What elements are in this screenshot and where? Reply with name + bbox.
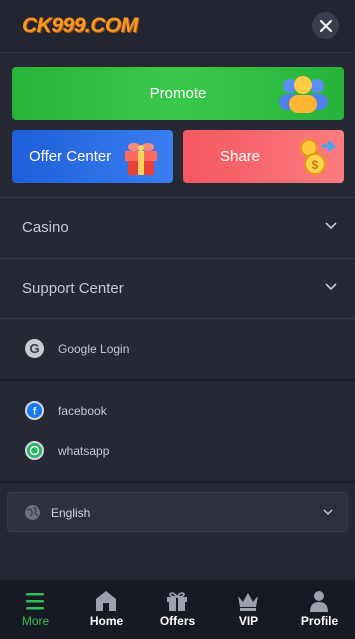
- google-login-label: Google Login: [58, 342, 130, 356]
- facebook-label: facebook: [58, 404, 107, 418]
- site-logo[interactable]: CK999.COM: [22, 14, 138, 38]
- nav-label: Home: [89, 614, 124, 628]
- whatsapp-icon: [25, 441, 44, 460]
- support-center-menu[interactable]: Support Center: [0, 259, 355, 319]
- svg-text:G: G: [29, 341, 39, 356]
- coins-icon: $: [300, 139, 337, 175]
- divider: [0, 481, 355, 483]
- nav-more[interactable]: More: [0, 580, 71, 639]
- language-label: English: [51, 506, 91, 520]
- close-icon: [319, 19, 332, 32]
- home-icon: [96, 591, 116, 611]
- menu-icon: [26, 593, 44, 610]
- offer-center-label: Offer Center: [29, 148, 112, 165]
- nav-profile[interactable]: Profile: [284, 580, 355, 639]
- whatsapp-link[interactable]: whatsapp: [0, 432, 355, 468]
- whatsapp-label: whatsapp: [58, 444, 110, 458]
- crown-icon: [238, 593, 258, 611]
- chevron-down-icon: [325, 283, 337, 291]
- chevron-down-icon: [323, 509, 333, 516]
- divider: [0, 379, 355, 381]
- google-icon: G: [25, 339, 44, 358]
- gift-box-icon: [125, 143, 157, 175]
- nav-vip[interactable]: VIP: [213, 580, 284, 639]
- globe-icon: [25, 505, 40, 520]
- offer-center-button[interactable]: Offer Center: [12, 130, 173, 183]
- promote-button[interactable]: Promote: [12, 67, 344, 120]
- user-icon: [310, 591, 328, 612]
- facebook-icon: f: [25, 401, 44, 420]
- svg-text:f: f: [33, 407, 37, 418]
- google-login-button[interactable]: G Google Login: [0, 330, 355, 366]
- language-selector[interactable]: English: [7, 492, 348, 532]
- header: CK999.COM: [0, 0, 355, 53]
- share-button[interactable]: Share $: [183, 130, 344, 183]
- nav-label: More: [21, 614, 50, 628]
- support-center-label: Support Center: [22, 280, 124, 297]
- nav-label: Profile: [300, 614, 339, 628]
- group-icon: [279, 76, 328, 113]
- gift-icon: [167, 592, 187, 611]
- nav-label: VIP: [238, 614, 259, 628]
- nav-home[interactable]: Home: [71, 580, 142, 639]
- close-button[interactable]: [312, 12, 339, 39]
- casino-label: Casino: [22, 219, 69, 236]
- facebook-link[interactable]: f facebook: [0, 392, 355, 428]
- svg-text:$: $: [312, 158, 319, 172]
- casino-menu[interactable]: Casino: [0, 198, 355, 258]
- chevron-down-icon: [325, 222, 337, 230]
- nav-label: Offers: [159, 614, 196, 628]
- bottom-nav: More Home Offers VIP Profile: [0, 580, 355, 639]
- nav-offers[interactable]: Offers: [142, 580, 213, 639]
- divider: [0, 318, 355, 319]
- share-label: Share: [220, 148, 261, 165]
